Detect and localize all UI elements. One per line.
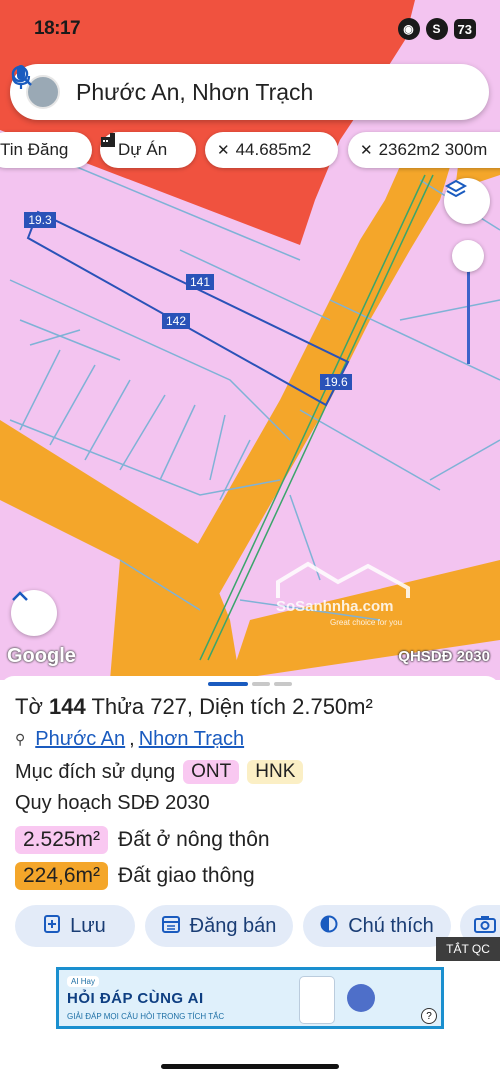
location-row: ⚲ Phước An, Nhơn Trạch [15, 728, 245, 751]
legend-button[interactable]: Chú thích [303, 905, 451, 947]
land-use-tag-ont: ONT [183, 760, 240, 784]
chip-du-an[interactable]: Dự Án [100, 132, 196, 168]
parcel-label-top-text: 19.3 [28, 213, 52, 227]
status-icons: ◉ S 73 [397, 18, 476, 40]
ad-subline: GIẢI ĐÁP MỌI CÂU HỎI TRONG TÍCH TẮC [67, 1012, 225, 1021]
sheet-handle-active[interactable] [208, 682, 248, 686]
watermark-logo: SoSanhnha.com Great choice for you [268, 560, 418, 630]
add-document-icon [44, 914, 61, 938]
save-button[interactable]: Lưu [15, 905, 135, 947]
parcel-info-sheet: Tờ 144 Thửa 727, Diện tích 2.750m² ⚲ Phư… [0, 676, 500, 1080]
contrast-icon [320, 915, 338, 938]
search-bar[interactable]: Phước An, Nhơn Trạch [10, 64, 489, 120]
sheet-handle-dot[interactable] [274, 682, 292, 686]
land-use-label: Mục đích sử dụng [15, 760, 176, 783]
sheet-handle-dot[interactable] [252, 682, 270, 686]
battery-icon: 73 [453, 19, 476, 39]
sync-icon: S [425, 18, 448, 40]
parcel-label-top: 19.3 [24, 212, 56, 228]
ad-help-icon[interactable]: ? [421, 1008, 437, 1024]
parcel-label-bottom-text: 19.6 [324, 375, 348, 389]
status-time: 18:17 [34, 18, 81, 39]
district-link[interactable]: Nhơn Trạch [139, 728, 244, 751]
search-icon[interactable] [11, 65, 439, 109]
land-use-tag-hnk: HNK [247, 760, 304, 784]
chip-area-total[interactable]: ✕ 44.685m2 [205, 132, 338, 168]
sheet-number: 144 [49, 694, 86, 719]
parcel-label-side-b: 142 [162, 313, 190, 329]
area-row-residential: 2.525m² Đất ở nông thôn [15, 826, 270, 854]
chip-label: Tin Đăng [0, 140, 69, 159]
chip-area-range[interactable]: ✕ 2362m2 300m [348, 132, 500, 168]
chip-label: 2362m2 300m [378, 140, 488, 159]
ruler-icon: ✕ [217, 142, 230, 159]
legend-button-label: Chú thích [348, 914, 434, 937]
expand-up-button[interactable] [11, 590, 57, 636]
area-row-traffic: 224,6m² Đất giao thông [15, 862, 255, 890]
plot-prefix: Thửa [91, 694, 145, 719]
phone-illustration-icon [299, 976, 335, 1024]
plan-label: Quy hoạch SDĐ 2030 [15, 792, 210, 814]
map-view[interactable]: 19.3 141 142 19.6 18:17 ◉ S 73 Phước An,… [0, 0, 500, 680]
parcel-label-side-b-text: 142 [166, 314, 186, 328]
camera-icon [474, 915, 496, 938]
ad-banner[interactable]: AI Hay HỎI ĐÁP CÙNG AI GIẢI ĐÁP MỌI CÂU … [56, 967, 444, 1029]
parcel-label-side-a: 141 [186, 274, 214, 290]
parcel-label-bottom: 19.6 [320, 374, 352, 390]
chip-label: 44.685m2 [235, 140, 312, 159]
location-pin-icon: ⚲ [15, 731, 26, 747]
area-value-residential: 2.525m² [15, 826, 109, 854]
area-value-traffic: 224,6m² [15, 862, 109, 890]
opacity-slider-knob[interactable] [452, 240, 484, 272]
sheet-prefix: Tờ [15, 694, 43, 719]
area-value: 2.750m² [292, 694, 373, 719]
robot-illustration-icon [347, 984, 375, 1012]
watermark-title: SoSanhnha.com [276, 598, 394, 615]
close-ad-button[interactable]: TẮT QC [436, 937, 500, 961]
filter-chips: Tin Đăng Dự Án ✕ 44.685m2 ✕ 2362m2 300m [0, 132, 500, 170]
post-sale-button-label: Đăng bán [189, 914, 277, 937]
land-use-row: Mục đích sử dụng ONT HNK [15, 760, 304, 784]
ad-brand: AI Hay [67, 976, 100, 987]
area-label: Diện tích [199, 694, 286, 719]
area-desc-traffic: Đất giao thông [118, 864, 255, 887]
parcel-title: Tờ 144 Thửa 727, Diện tích 2.750m² [15, 694, 373, 720]
ruler-icon: ✕ [360, 142, 373, 159]
chip-tin-dang[interactable]: Tin Đăng [0, 132, 92, 168]
area-desc-residential: Đất ở nông thôn [118, 828, 270, 851]
calendar-icon [161, 915, 180, 938]
layer-name-label: QHSDĐ 2030 [398, 648, 490, 665]
search-input[interactable]: Phước An, Nhơn Trạch [76, 79, 405, 106]
microphone-icon[interactable] [11, 65, 481, 109]
home-indicator[interactable] [161, 1064, 339, 1069]
layers-button[interactable] [444, 178, 490, 224]
plot-number: 727, [150, 694, 194, 719]
wifi-icon: ◉ [397, 18, 420, 40]
action-buttons: Lưu Đăng bán Chú thích [0, 905, 500, 949]
opacity-slider-track[interactable] [467, 258, 470, 364]
save-button-label: Lưu [70, 914, 106, 937]
parcel-label-side-a-text: 141 [190, 275, 210, 289]
google-logo: Google [7, 645, 76, 667]
watermark-slogan: Great choice for you [330, 618, 403, 627]
post-sale-button[interactable]: Đăng bán [145, 905, 293, 947]
chip-label: Dự Án [118, 140, 168, 159]
ad-headline: HỎI ĐÁP CÙNG AI [67, 990, 204, 1007]
status-bar: 18:17 ◉ S 73 [0, 0, 500, 60]
ward-link[interactable]: Phước An [35, 728, 125, 751]
